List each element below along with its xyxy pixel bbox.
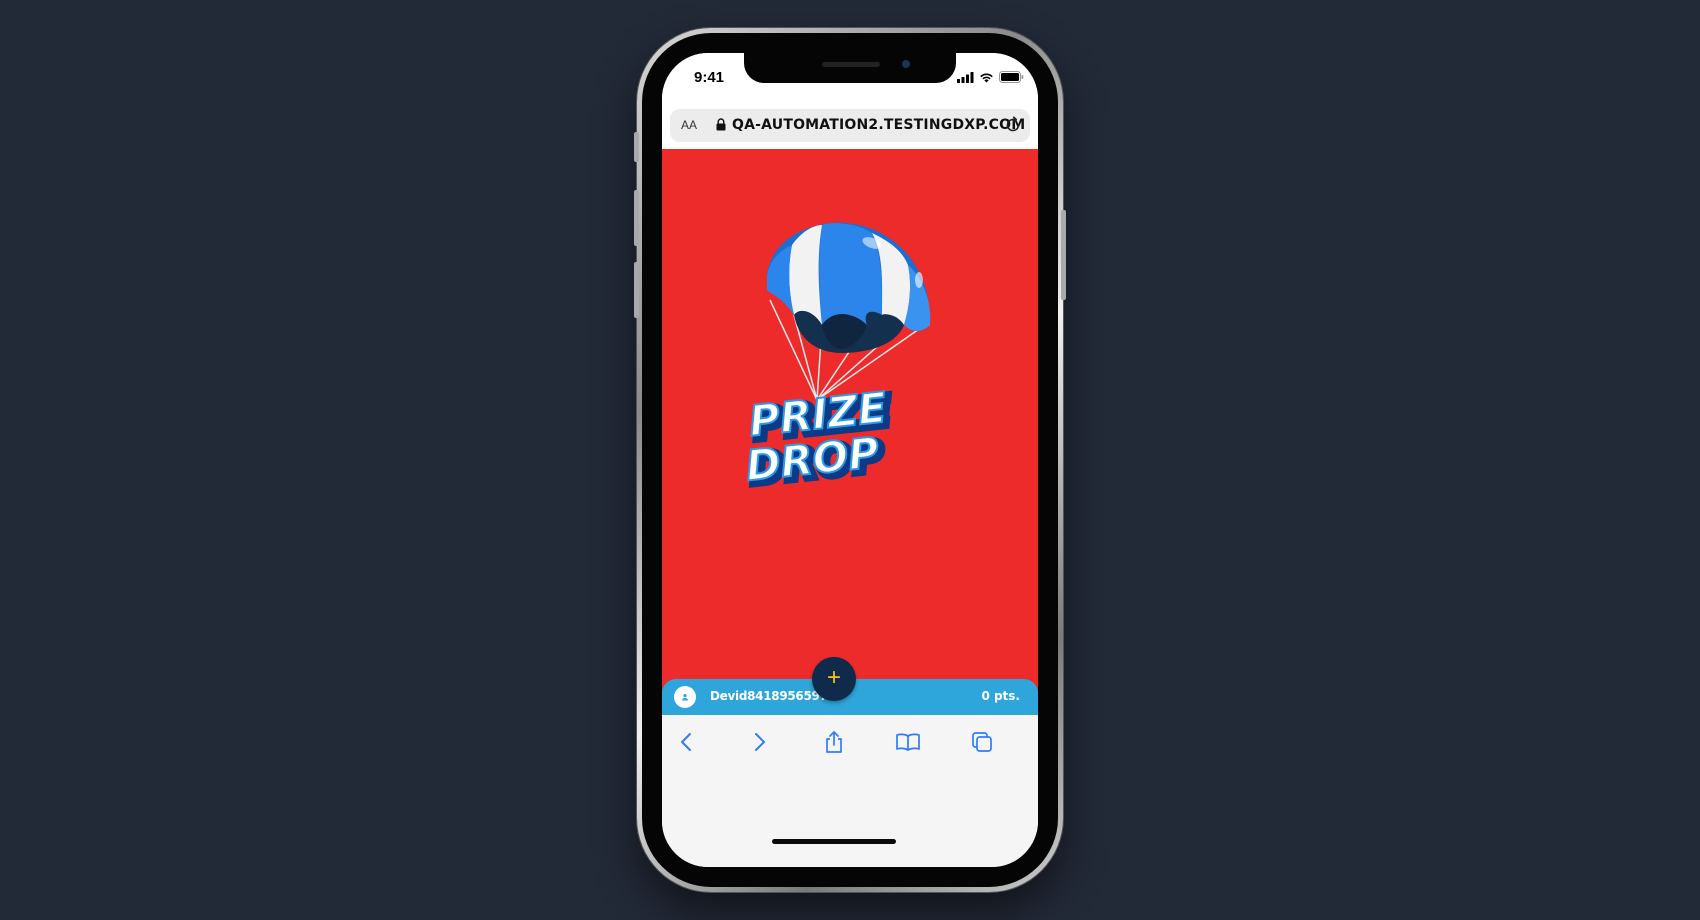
browser-toolbar — [662, 715, 1038, 867]
text-size-button[interactable]: AA — [681, 118, 697, 132]
forward-icon — [755, 733, 765, 751]
phone-frame: 9:41 AA QA-AUTOMATION2.TESTINGDXP.COM PR… — [634, 28, 1066, 892]
back-icon — [681, 733, 691, 751]
share-icon — [826, 731, 842, 753]
forward-button[interactable] — [745, 727, 775, 757]
points-value: 0 pts. — [981, 689, 1020, 703]
mute-switch — [634, 132, 639, 162]
battery-icon — [999, 70, 1024, 88]
volume-down-button — [634, 262, 639, 318]
camera — [902, 60, 910, 68]
tabs-button[interactable] — [967, 727, 997, 757]
status-icons — [957, 70, 1024, 88]
status-bar: 9:41 — [662, 53, 1038, 105]
prize-drop-wordmark: PRIZE PRIZE DROP DROP — [742, 382, 897, 498]
bookmarks-button[interactable] — [893, 727, 923, 757]
power-button — [1061, 210, 1066, 300]
url-text[interactable]: QA-AUTOMATION2.TESTINGDXP.COM — [732, 117, 1025, 133]
tabs-icon — [972, 732, 992, 752]
prize-drop-logo: PRIZE PRIZE DROP DROP — [722, 215, 952, 500]
signal-icon — [957, 70, 974, 88]
share-button[interactable] — [819, 727, 849, 757]
speaker — [822, 62, 880, 67]
page-content: PRIZE PRIZE DROP DROP — [662, 149, 1038, 703]
status-time: 9:41 — [694, 69, 725, 86]
notch — [744, 53, 956, 83]
home-indicator[interactable] — [772, 839, 896, 844]
wifi-icon — [979, 70, 994, 88]
bookmarks-icon — [896, 733, 920, 751]
add-button[interactable]: + — [812, 657, 856, 701]
address-bar[interactable]: AA QA-AUTOMATION2.TESTINGDXP.COM — [670, 109, 1030, 142]
lock-icon — [716, 118, 726, 136]
volume-up-button — [634, 190, 639, 246]
username: Devid8418956597 — [710, 689, 828, 703]
browser-address-area: AA QA-AUTOMATION2.TESTINGDXP.COM — [662, 105, 1038, 149]
user-icon — [682, 694, 688, 701]
back-button[interactable] — [671, 727, 701, 757]
avatar[interactable] — [674, 686, 696, 708]
reload-icon[interactable] — [1004, 116, 1022, 139]
phone-screen: 9:41 AA QA-AUTOMATION2.TESTINGDXP.COM PR… — [662, 53, 1038, 867]
parachute-icon — [767, 222, 931, 353]
